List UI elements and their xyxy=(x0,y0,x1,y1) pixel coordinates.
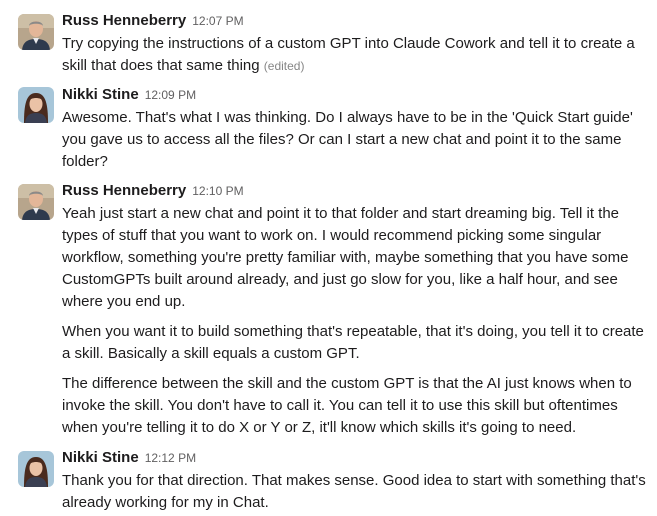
author-name[interactable]: Nikki Stine xyxy=(62,449,139,466)
avatar[interactable] xyxy=(18,87,54,123)
edited-label: (edited) xyxy=(263,59,305,73)
message-text: Awesome. That's what I was thinking. Do … xyxy=(62,109,633,170)
message-body: Thank you for that direction. That makes… xyxy=(62,470,647,514)
message-thread: Russ Henneberry 12:07 PM Try copying the … xyxy=(0,0,657,516)
message-text: Thank you for that direction. That makes… xyxy=(62,472,646,511)
author-name[interactable]: Russ Henneberry xyxy=(62,12,186,29)
message-text: The difference between the skill and the… xyxy=(62,375,632,436)
author-name[interactable]: Nikki Stine xyxy=(62,86,139,103)
timestamp[interactable]: 12:12 PM xyxy=(145,451,196,465)
message-body: Awesome. That's what I was thinking. Do … xyxy=(62,107,647,173)
message-body: Try copying the instructions of a custom… xyxy=(62,33,647,77)
message-body: Yeah just start a new chat and point it … xyxy=(62,203,647,439)
timestamp[interactable]: 12:09 PM xyxy=(145,88,196,102)
avatar[interactable] xyxy=(18,451,54,487)
message-text: Try copying the instructions of a custom… xyxy=(62,33,647,77)
author-name[interactable]: Russ Henneberry xyxy=(62,182,186,199)
message-text: When you want it to build something that… xyxy=(62,323,644,362)
message-text-content: Try copying the instructions of a custom… xyxy=(62,35,635,74)
avatar[interactable] xyxy=(18,184,54,220)
avatar[interactable] xyxy=(18,14,54,50)
timestamp[interactable]: 12:10 PM xyxy=(192,184,243,198)
message-text: Yeah just start a new chat and point it … xyxy=(62,205,629,310)
timestamp[interactable]: 12:07 PM xyxy=(192,14,243,28)
